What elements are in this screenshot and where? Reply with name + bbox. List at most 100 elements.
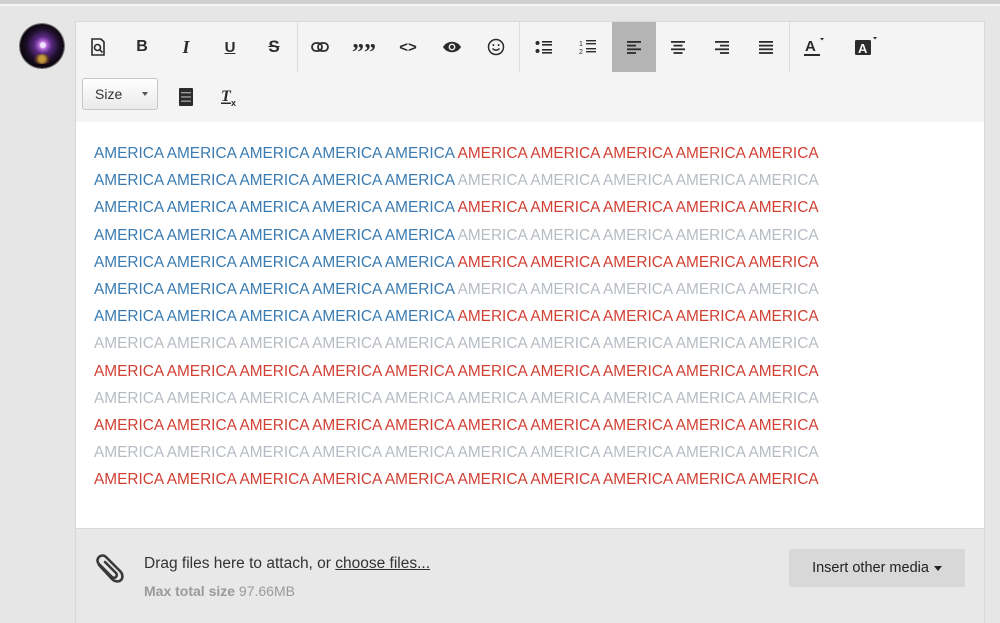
align-right-button[interactable] [700, 22, 744, 72]
clear-formatting-button[interactable]: T x [208, 72, 252, 122]
background-color-button[interactable]: A [844, 22, 888, 72]
america-word: AMERICA [312, 172, 382, 190]
america-word: AMERICA [384, 172, 455, 190]
america-word: AMERICA [748, 308, 819, 326]
content-line: AMERICA AMERICA AMERICA AMERICA AMERICA … [94, 171, 819, 191]
america-word: AMERICA [603, 281, 673, 298]
america-word: AMERICA [166, 253, 236, 271]
america-word: AMERICA [312, 226, 382, 244]
america-word: AMERICA [384, 308, 455, 326]
america-word: AMERICA [94, 281, 164, 298]
america-word: AMERICA [166, 308, 236, 326]
america-word: AMERICA [457, 145, 527, 162]
america-word: AMERICA [748, 253, 819, 271]
paperclip-icon [96, 554, 124, 583]
america-word: AMERICA [312, 471, 382, 489]
america-word: AMERICA [457, 335, 527, 353]
america-word: AMERICA [675, 199, 746, 217]
america-word: AMERICA [748, 199, 819, 217]
america-word: AMERICA [384, 471, 455, 489]
america-word: AMERICA [457, 389, 527, 407]
america-word: AMERICA [603, 362, 673, 380]
america-word: AMERICA [748, 389, 819, 407]
america-word: AMERICA [675, 172, 746, 190]
america-word: AMERICA [603, 417, 673, 434]
america-word: AMERICA [530, 362, 600, 380]
america-word: AMERICA [166, 389, 236, 407]
align-left-button[interactable] [612, 22, 656, 72]
italic-button[interactable]: I [164, 22, 208, 72]
content-line: AMERICA AMERICA AMERICA AMERICA AMERICA … [94, 226, 819, 246]
background-color-icon: A [855, 37, 877, 56]
america-word: AMERICA [94, 471, 164, 489]
america-word: AMERICA [675, 281, 746, 298]
blockquote-button[interactable]: ”” [342, 22, 386, 72]
america-word: AMERICA [748, 417, 819, 434]
america-word: AMERICA [312, 389, 382, 407]
america-word: AMERICA [603, 471, 673, 489]
link-icon [311, 42, 329, 52]
choose-files-link[interactable]: choose files... [335, 555, 430, 572]
america-word: AMERICA [530, 335, 600, 353]
america-word: AMERICA [312, 145, 382, 162]
quote-icon: ”” [352, 40, 376, 66]
content-line: AMERICA AMERICA AMERICA AMERICA AMERICA … [94, 198, 819, 218]
america-word: AMERICA [603, 389, 673, 407]
america-word: AMERICA [457, 253, 527, 271]
america-word: AMERICA [530, 471, 600, 489]
america-word: AMERICA [675, 471, 746, 489]
america-word: AMERICA [312, 362, 382, 380]
america-word: AMERICA [675, 362, 746, 380]
numbered-list-button[interactable]: 1 2 [566, 22, 610, 72]
america-word: AMERICA [457, 172, 527, 190]
eye-icon [443, 41, 461, 53]
america-word: AMERICA [312, 335, 382, 353]
link-button[interactable] [298, 22, 342, 72]
america-word: AMERICA [166, 199, 236, 217]
america-word: AMERICA [312, 444, 382, 462]
chevron-down-icon [142, 92, 148, 96]
america-word: AMERICA [675, 335, 746, 353]
bold-button[interactable]: B [120, 22, 164, 72]
top-highlight [0, 4, 1000, 6]
editor-content-area[interactable]: AMERICA AMERICA AMERICA AMERICA AMERICA … [76, 122, 984, 528]
america-word: AMERICA [530, 199, 600, 217]
align-justify-icon [759, 40, 773, 54]
content-line: AMERICA AMERICA AMERICA AMERICA AMERICA … [94, 253, 819, 273]
emoji-button[interactable] [474, 22, 518, 72]
caret-down-icon [933, 565, 942, 571]
underline-button[interactable]: U [208, 22, 252, 72]
align-justify-button[interactable] [744, 22, 788, 72]
svg-text:1: 1 [579, 41, 583, 48]
insert-other-media-button[interactable]: Insert other media [789, 549, 965, 587]
horizontal-rule-button[interactable] [164, 72, 208, 122]
america-word: AMERICA [675, 417, 746, 434]
content-line: AMERICA AMERICA AMERICA AMERICA AMERICA … [94, 362, 819, 382]
america-word: AMERICA [94, 417, 164, 434]
america-word: AMERICA [748, 471, 819, 489]
code-button[interactable]: <> [386, 22, 430, 72]
bullet-list-button[interactable] [522, 22, 566, 72]
america-word: AMERICA [530, 172, 600, 190]
america-word: AMERICA [239, 335, 309, 353]
preview-toggle-button[interactable] [430, 22, 474, 72]
strikethrough-button[interactable]: S [252, 22, 296, 72]
preview-button[interactable] [76, 22, 120, 72]
america-word: AMERICA [94, 145, 164, 162]
font-size-select[interactable]: Size [82, 78, 158, 110]
america-word: AMERICA [748, 145, 819, 162]
america-word: AMERICA [166, 145, 236, 162]
america-word: AMERICA [94, 172, 164, 190]
align-center-button[interactable] [656, 22, 700, 72]
toolbar-divider [789, 22, 790, 72]
avatar[interactable] [20, 24, 64, 68]
america-word: AMERICA [384, 281, 455, 298]
america-word: AMERICA [603, 145, 673, 162]
america-word: AMERICA [384, 335, 455, 353]
america-word: AMERICA [94, 444, 164, 462]
numbered-list-icon: 1 2 [579, 40, 596, 55]
text-color-button[interactable]: A [792, 22, 836, 72]
america-word: AMERICA [239, 226, 309, 244]
america-word: AMERICA [530, 281, 600, 298]
america-word: AMERICA [166, 226, 236, 244]
